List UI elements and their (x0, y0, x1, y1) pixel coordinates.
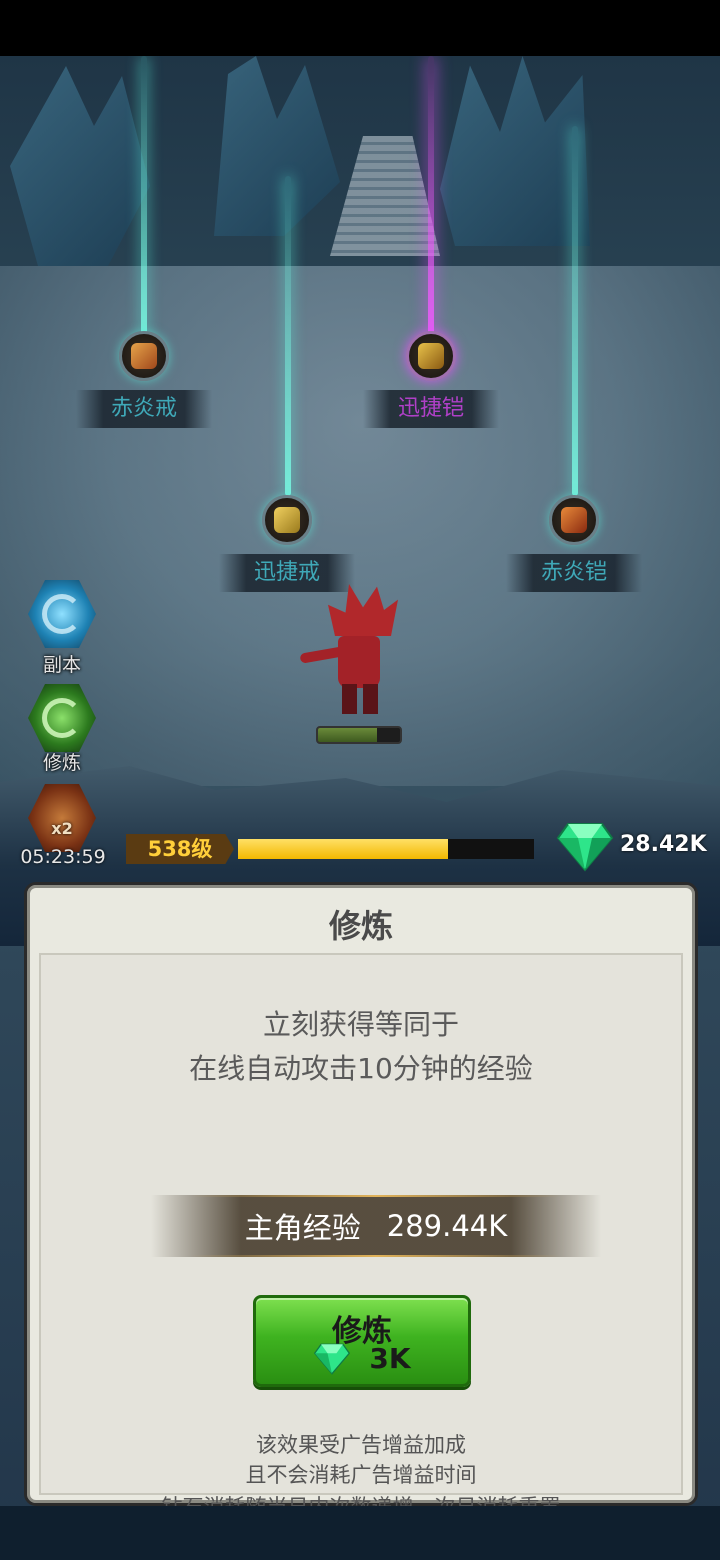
hero-body (338, 636, 380, 688)
xp-bar (238, 839, 534, 859)
train-cost-value: 3K (369, 1342, 411, 1375)
diamond-icon (556, 823, 614, 872)
description-line-1: 立刻获得等同于 (262, 1008, 459, 1041)
train-label: 修炼 (42, 752, 81, 774)
loot-item-orb[interactable] (549, 495, 599, 545)
training-panel: 修炼 立刻获得等同于 在线自动攻击10分钟的经验 主角经验 289.44K 修炼… (24, 882, 698, 1519)
loot-beam (428, 56, 434, 336)
hero-hp-fill (318, 728, 378, 742)
crystal-center (214, 56, 340, 236)
bottom-strip (0, 1506, 720, 1560)
loot-item-orb[interactable] (119, 331, 169, 381)
diamond-count: 28.42K (620, 832, 707, 857)
crystal-right (440, 56, 590, 246)
diamond-icon (314, 1343, 351, 1375)
armor-icon (418, 343, 444, 369)
loot-item-label: 赤炎戒 (76, 390, 212, 428)
hero-hair (328, 584, 398, 636)
panel-title: 修炼 (328, 907, 393, 945)
exp-value: 289.44K (386, 1209, 508, 1243)
status-bar (0, 0, 720, 56)
train-button[interactable]: 修炼 3K (253, 1295, 471, 1387)
description-line-2: 在线自动攻击10分钟的经验 (189, 1052, 533, 1085)
loot-item-orb[interactable] (262, 495, 312, 545)
hero-hp-bar (316, 726, 402, 744)
exp-label: 主角经验 (244, 1211, 361, 1245)
dungeon-label: 副本 (42, 654, 81, 676)
hero-legs (342, 684, 378, 714)
training-swirl-icon (42, 698, 82, 738)
ring-icon (131, 343, 157, 369)
loot-beam (141, 56, 147, 336)
xp-fill (238, 839, 449, 859)
panel-content: 立刻获得等同于 在线自动攻击10分钟的经验 主角经验 289.44K 修炼 3K… (39, 953, 683, 1519)
note-line-1: 该效果受广告增益加成 (256, 1433, 466, 1457)
note-line-2: 且不会消耗广告增益时间 (245, 1463, 477, 1487)
loot-item-orb[interactable] (406, 331, 456, 381)
boost-badge: x2 (51, 818, 73, 838)
ring-icon (274, 507, 300, 533)
loot-item-label: 迅捷铠 (363, 390, 499, 428)
boost-timer: 05:23:59 (20, 846, 106, 868)
train-button-cost: 3K (256, 1342, 468, 1375)
loot-beam (285, 176, 291, 496)
level-badge: 538级 (126, 834, 234, 864)
exp-strip: 主角经验 289.44K (151, 1195, 601, 1257)
crystal-left (10, 66, 150, 266)
armor-icon (561, 507, 587, 533)
hero-character (299, 578, 410, 718)
ice-stairs (330, 136, 440, 256)
loot-beam (572, 126, 578, 496)
loot-item-label: 赤炎铠 (506, 554, 642, 592)
portal-icon (42, 594, 82, 634)
